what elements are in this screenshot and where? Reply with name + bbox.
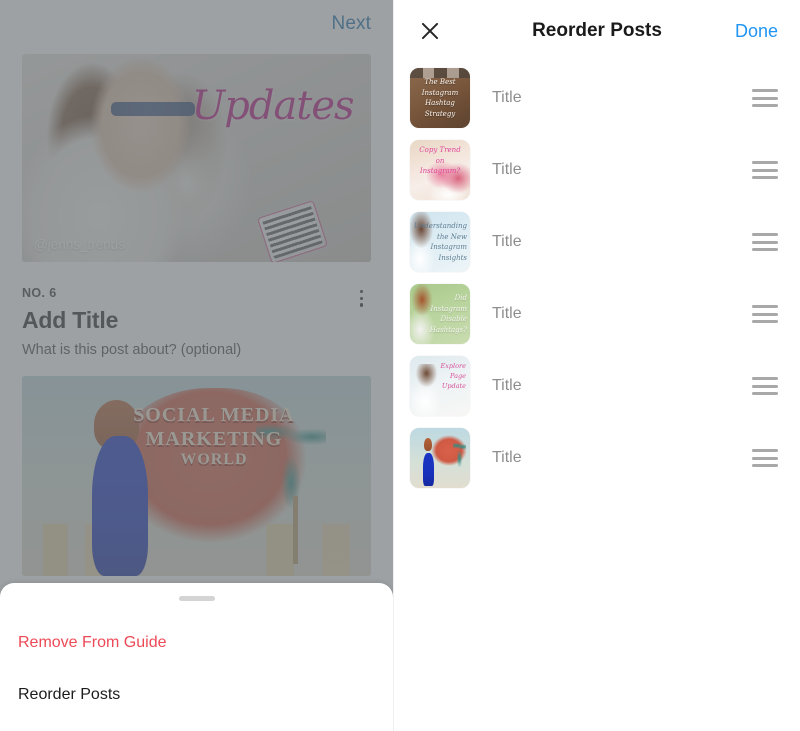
drag-bar: [752, 312, 778, 316]
reorder-posts-panel: Reorder Posts Done The Best Instagram Ha…: [393, 0, 800, 731]
drag-handle-icon[interactable]: [752, 377, 778, 395]
thumb-line: Explore: [440, 362, 466, 370]
glasses-decoration: [110, 101, 195, 117]
thumbnail-caption: Copy Trend on Instagram?: [410, 140, 470, 200]
hero-script-text: Updates: [191, 83, 355, 130]
thumbnail-caption: Understanding the New Instagram Insights: [410, 212, 470, 272]
drag-handle-icon[interactable]: [752, 89, 778, 107]
thumb-line: Hashtags?: [429, 325, 467, 334]
drag-bar: [752, 89, 778, 92]
list-item[interactable]: Did Instagram Disable Hashtags? Title: [394, 278, 800, 350]
list-item[interactable]: Copy Trend on Instagram? Title: [394, 134, 800, 206]
post-thumbnail[interactable]: Explore Page Update: [410, 356, 470, 416]
list-item[interactable]: Understanding the New Instagram Insights…: [394, 206, 800, 278]
thumb-line: Instagram: [421, 88, 459, 97]
list-item[interactable]: Explore Page Update Title: [394, 350, 800, 422]
drag-bar: [752, 464, 778, 467]
post-meta-block: NO. 6 Add Title What is this post about?…: [0, 262, 393, 358]
thumb-line: Copy Trend: [419, 146, 461, 154]
post-title-placeholder[interactable]: Title: [492, 233, 752, 251]
post-title-field[interactable]: Add Title: [22, 307, 371, 334]
drag-bar: [752, 240, 778, 244]
thumb-line: Did: [454, 294, 467, 302]
post-number-label: NO. 6: [22, 286, 57, 300]
thumbnail-caption: Explore Page Update: [410, 356, 470, 416]
drag-bar: [752, 456, 778, 460]
thumb-line: Page: [450, 371, 466, 380]
drag-bar: [752, 449, 778, 452]
thumb-line: Update: [441, 381, 466, 390]
post-title-placeholder[interactable]: Title: [492, 161, 752, 179]
post-title-placeholder[interactable]: Title: [492, 377, 752, 395]
drag-bar: [752, 384, 778, 388]
post-thumbnail[interactable]: [410, 428, 470, 488]
drag-bar: [752, 176, 778, 179]
list-item[interactable]: The Best Instagram Hashtag Strategy Titl…: [394, 62, 800, 134]
hero-username-watermark: @jenns_trends: [34, 237, 126, 252]
thumbnail-palm-decoration: [453, 440, 467, 472]
sheet-drag-handle-icon[interactable]: [178, 596, 215, 601]
drag-bar: [752, 320, 778, 323]
drag-bar: [752, 377, 778, 380]
drag-bar: [752, 233, 778, 236]
drag-handle-icon[interactable]: [752, 449, 778, 467]
mural-text: SOCIAL MEDIA MARKETING WORLD: [123, 404, 304, 470]
reorder-post-list: The Best Instagram Hashtag Strategy Titl…: [394, 62, 800, 494]
drag-handle-icon[interactable]: [752, 233, 778, 251]
thumb-line: on: [435, 156, 445, 165]
post-title-placeholder[interactable]: Title: [492, 89, 752, 107]
thumb-line: Strategy: [424, 109, 456, 118]
kebab-dot: [359, 296, 363, 300]
thumbnail-speaker-hair: [424, 437, 433, 451]
kebab-dot: [359, 303, 363, 307]
thumb-line: Insights: [438, 253, 468, 262]
done-button[interactable]: Done: [735, 21, 778, 42]
app-screen: Next Updates @jenns_trends NO. 6 Add Tit…: [0, 0, 800, 731]
drag-handle-icon[interactable]: [752, 305, 778, 323]
action-sheet: Remove From Guide Reorder Posts: [0, 583, 393, 731]
drag-bar: [752, 161, 778, 164]
second-post-image[interactable]: SOCIAL MEDIA MARKETING WORLD: [22, 376, 371, 576]
thumbnail-caption: The Best Instagram Hashtag Strategy: [410, 68, 470, 128]
post-title-placeholder[interactable]: Title: [492, 449, 752, 467]
mural-text-line-3: WORLD: [180, 451, 248, 469]
drag-bar: [752, 248, 778, 251]
drag-bar: [752, 392, 778, 395]
thumb-line: Disable: [440, 315, 467, 323]
thumb-line: the New: [437, 232, 467, 241]
guide-editor-panel: Next Updates @jenns_trends NO. 6 Add Tit…: [0, 0, 393, 731]
post-thumbnail[interactable]: Copy Trend on Instagram?: [410, 140, 470, 200]
mural-text-line-2: MARKETING: [145, 427, 283, 450]
remove-from-guide-button[interactable]: Remove From Guide: [0, 621, 393, 665]
thumbnail-caption: Did Instagram Disable Hashtags?: [410, 284, 470, 344]
drag-bar: [752, 96, 778, 100]
post-options-kebab-icon[interactable]: [359, 290, 363, 307]
reorder-posts-button[interactable]: Reorder Posts: [0, 673, 393, 717]
post-title-placeholder[interactable]: Title: [492, 305, 752, 323]
close-icon[interactable]: [418, 19, 442, 43]
drag-bar: [752, 305, 778, 308]
list-item[interactable]: Title: [394, 422, 800, 494]
kebab-dot: [359, 290, 363, 294]
thumb-line: Instagram: [430, 304, 468, 313]
drag-handle-icon[interactable]: [752, 161, 778, 179]
drag-bar: [752, 168, 778, 172]
post-thumbnail[interactable]: Did Instagram Disable Hashtags?: [410, 284, 470, 344]
mural-palm-trunk: [292, 496, 298, 564]
thumb-line: Understanding: [413, 222, 467, 230]
thumb-line: Instagram?: [419, 167, 461, 175]
hero-post-image[interactable]: Updates @jenns_trends: [22, 54, 371, 262]
drag-bar: [752, 104, 778, 107]
editor-topbar: Next: [0, 0, 393, 48]
reorder-header: Reorder Posts Done: [394, 0, 800, 62]
thumb-line: Instagram: [430, 243, 468, 251]
post-description-field[interactable]: What is this post about? (optional): [22, 342, 371, 358]
next-button[interactable]: Next: [332, 13, 371, 35]
thumb-line: Hashtag: [425, 99, 455, 107]
thumb-line: The Best: [424, 78, 456, 86]
post-thumbnail[interactable]: The Best Instagram Hashtag Strategy: [410, 68, 470, 128]
mural-text-line-1: SOCIAL MEDIA: [133, 404, 295, 426]
post-thumbnail[interactable]: Understanding the New Instagram Insights: [410, 212, 470, 272]
